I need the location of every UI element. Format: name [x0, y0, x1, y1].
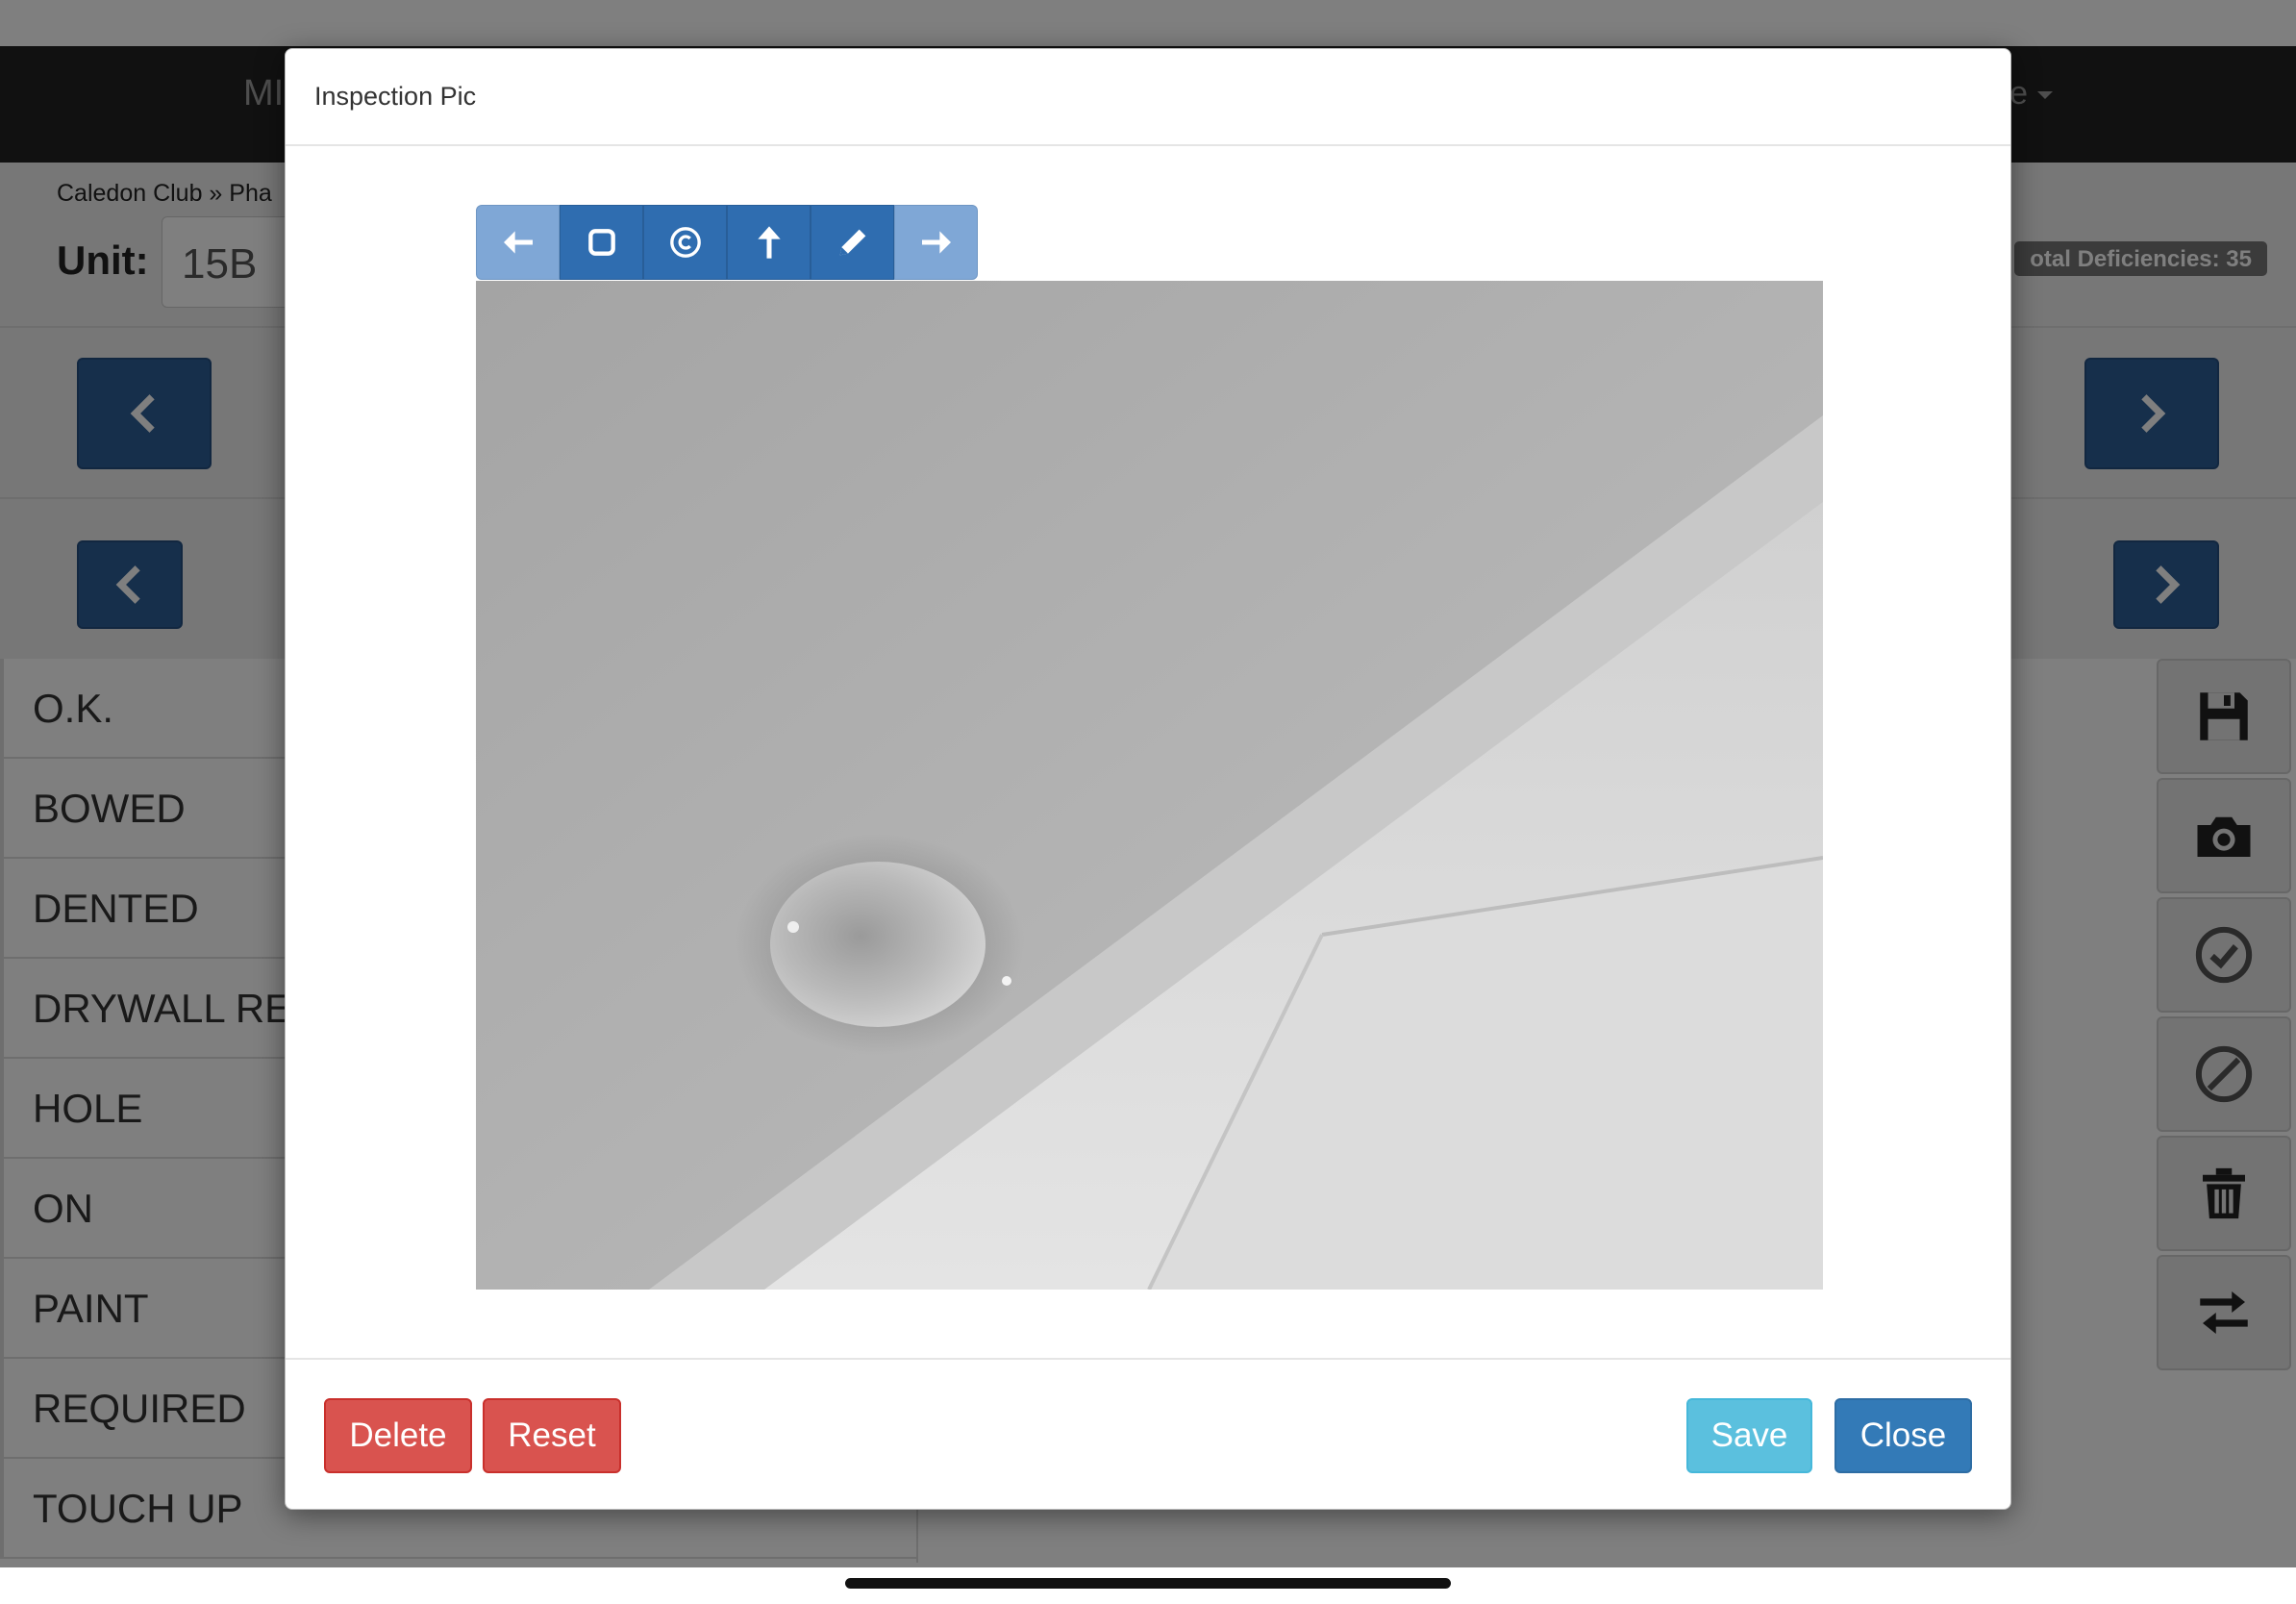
up-arrow-icon	[757, 226, 781, 259]
reset-button[interactable]: Reset	[483, 1398, 621, 1473]
inspection-photo[interactable]	[476, 281, 1823, 1290]
home-indicator	[845, 1578, 1451, 1589]
arrow-tool[interactable]	[727, 205, 811, 280]
undo-arrow-icon	[503, 231, 533, 254]
rectangle-icon	[587, 229, 615, 256]
rectangle-tool[interactable]	[560, 205, 643, 280]
save-image-button[interactable]: Save	[1686, 1398, 1812, 1473]
redo-button[interactable]	[894, 205, 978, 280]
delete-button[interactable]: Delete	[324, 1398, 472, 1473]
redo-arrow-icon	[921, 231, 951, 254]
annotation-toolbar	[476, 205, 978, 280]
pencil-tool[interactable]	[811, 205, 894, 280]
modal-header: Inspection Pic	[286, 49, 2010, 146]
close-button[interactable]: Close	[1834, 1398, 1972, 1473]
inspection-pic-modal: Inspection Pic Delete Reset Save Close	[285, 48, 2011, 1510]
circle-tool[interactable]	[643, 205, 727, 280]
modal-footer: Delete Reset Save Close	[286, 1358, 2010, 1509]
circle-icon	[669, 227, 701, 258]
pencil-icon	[839, 229, 865, 256]
ceiling-photo-image	[476, 281, 1823, 1290]
undo-button[interactable]	[476, 205, 560, 280]
modal-title: Inspection Pic	[314, 82, 477, 111]
